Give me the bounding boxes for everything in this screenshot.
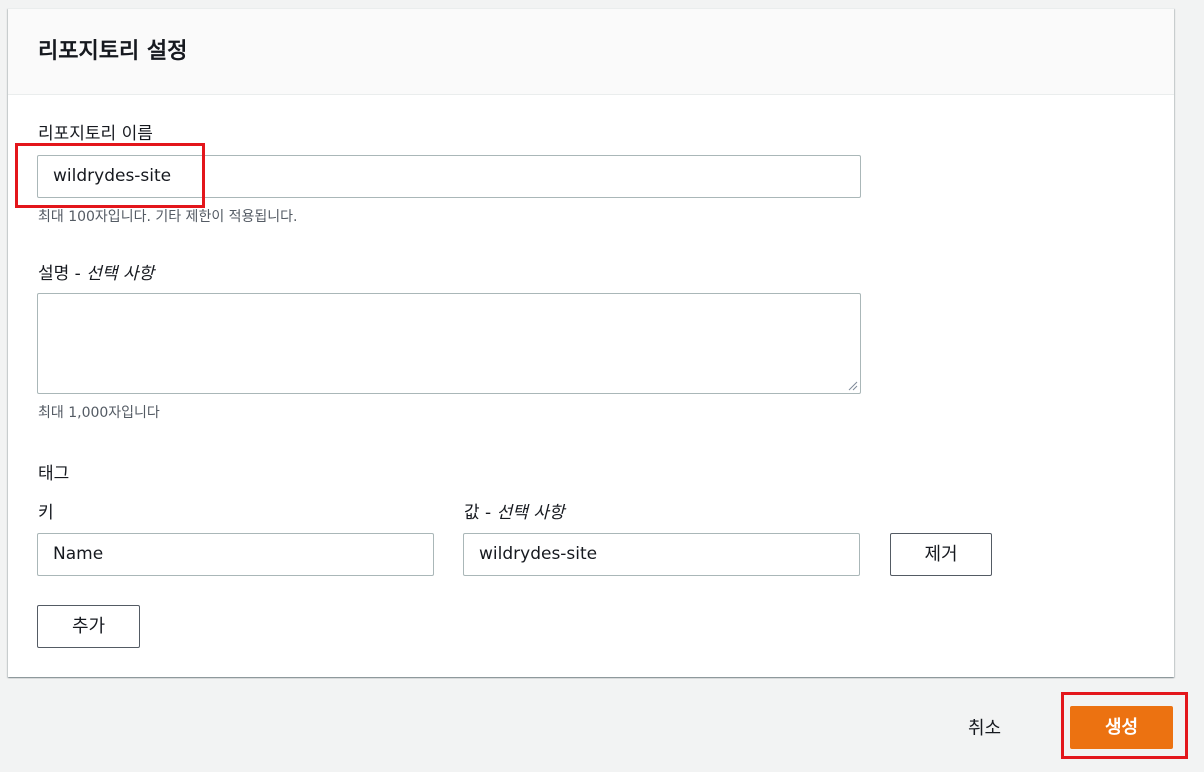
panel-header: 리포지토리 설정 [8,9,1174,95]
tag-key-label: 키 [38,503,54,523]
repository-settings-panel: 리포지토리 설정 리포지토리 이름 wildrydes-site 최대 100자… [8,8,1174,677]
remove-tag-button[interactable]: 제거 [890,533,992,576]
cancel-button[interactable]: 취소 [968,714,1001,740]
description-hint: 최대 1,000자입니다 [38,405,160,421]
description-label-text: 설명 - [38,264,87,284]
tag-value-label-text: 값 - [464,503,497,523]
add-tag-button[interactable]: 추가 [37,605,140,648]
tags-heading: 태그 [38,464,70,484]
create-button[interactable]: 생성 [1070,706,1173,749]
tag-value-input[interactable]: wildrydes-site [463,533,860,576]
description-optional-text: 선택 사항 [86,264,155,284]
description-label: 설명 - 선택 사항 [38,259,154,284]
resize-grip-icon[interactable] [846,379,858,391]
repo-name-hint: 최대 100자입니다. 기타 제한이 적용됩니다. [38,209,298,225]
panel-title: 리포지토리 설정 [38,39,188,64]
tag-value-optional-text: 선택 사항 [496,503,565,523]
tag-value-label: 값 - 선택 사항 [464,498,565,523]
repo-name-input[interactable]: wildrydes-site [37,155,861,198]
description-textarea[interactable] [37,293,861,394]
repo-name-label: 리포지토리 이름 [38,124,153,144]
tag-key-input[interactable]: Name [37,533,434,576]
